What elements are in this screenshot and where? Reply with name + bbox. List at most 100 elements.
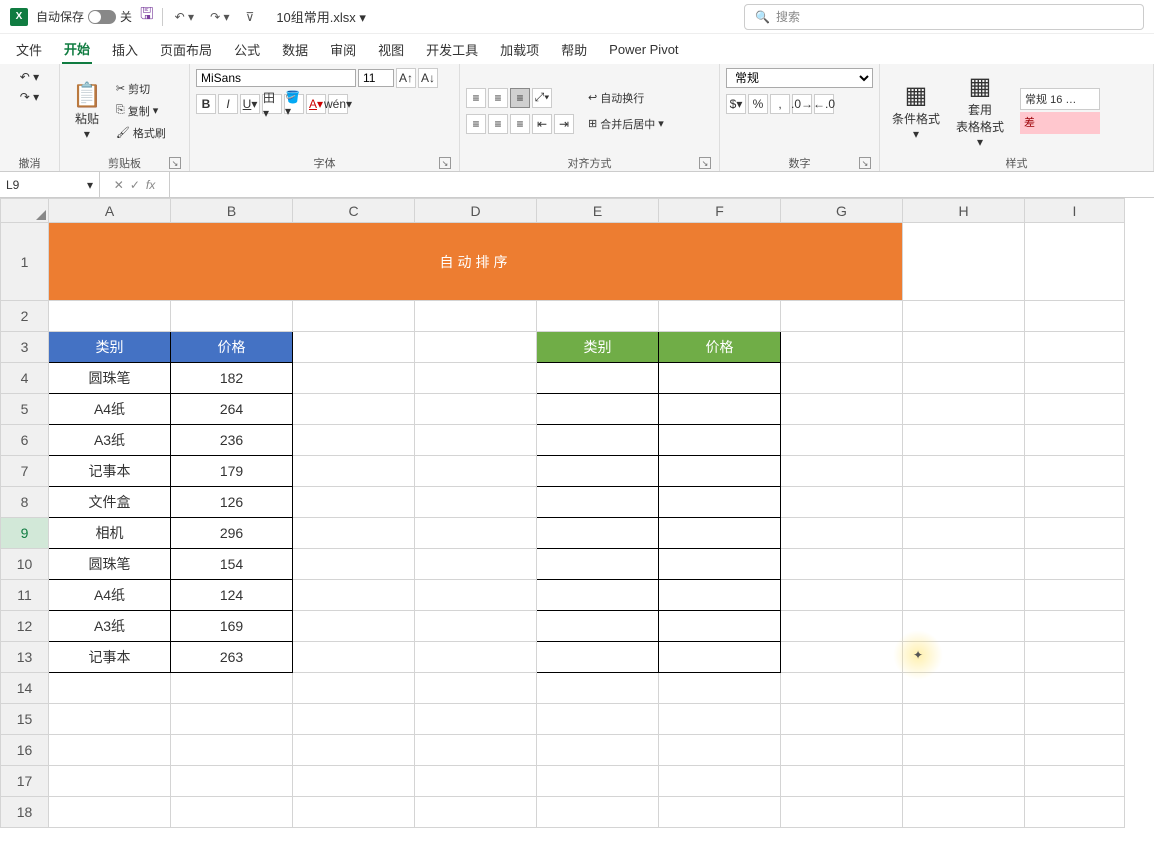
cell-F3[interactable]: 价格 xyxy=(659,332,781,363)
comma-button[interactable]: , xyxy=(770,94,790,114)
cell-G4[interactable] xyxy=(781,363,903,394)
cell-D4[interactable] xyxy=(415,363,537,394)
cell-G8[interactable] xyxy=(781,487,903,518)
copy-button[interactable]: ⎘复制 ▾ xyxy=(112,101,170,121)
cell-D17[interactable] xyxy=(415,766,537,797)
cell-F11[interactable] xyxy=(659,580,781,611)
wrap-text-button[interactable]: ↩ 自动换行 xyxy=(584,88,668,108)
col-header-B[interactable]: B xyxy=(171,199,293,223)
cell-G14[interactable] xyxy=(781,673,903,704)
cell-H3[interactable] xyxy=(903,332,1025,363)
table-format-button[interactable]: ▦ 套用 表格格式▾ xyxy=(950,70,1010,151)
cell-I3[interactable] xyxy=(1025,332,1125,363)
font-size-select[interactable] xyxy=(358,69,394,87)
undo-ribbon[interactable]: ↶ ▾ xyxy=(16,68,43,86)
dec-decimal[interactable]: ←.0 xyxy=(814,94,834,114)
cell-C15[interactable] xyxy=(293,704,415,735)
italic-button[interactable]: I xyxy=(218,94,238,114)
cell-D11[interactable] xyxy=(415,580,537,611)
cell-G7[interactable] xyxy=(781,456,903,487)
col-header-F[interactable]: F xyxy=(659,199,781,223)
cell-E8[interactable] xyxy=(537,487,659,518)
row-header-8[interactable]: 8 xyxy=(1,487,49,518)
cell-H11[interactable] xyxy=(903,580,1025,611)
cell-G11[interactable] xyxy=(781,580,903,611)
cell-F17[interactable] xyxy=(659,766,781,797)
cell-G12[interactable] xyxy=(781,611,903,642)
cell-B10[interactable]: 154 xyxy=(171,549,293,580)
indent-dec[interactable]: ⇤ xyxy=(532,114,552,134)
cell-E9[interactable] xyxy=(537,518,659,549)
cell-G15[interactable] xyxy=(781,704,903,735)
cell-E18[interactable] xyxy=(537,797,659,828)
cell-C6[interactable] xyxy=(293,425,415,456)
cell-A11[interactable]: A4纸 xyxy=(49,580,171,611)
row-header-14[interactable]: 14 xyxy=(1,673,49,704)
cell-A14[interactable] xyxy=(49,673,171,704)
col-header-I[interactable]: I xyxy=(1025,199,1125,223)
cell-I18[interactable] xyxy=(1025,797,1125,828)
cell-D15[interactable] xyxy=(415,704,537,735)
cell-F2[interactable] xyxy=(659,301,781,332)
cell-H8[interactable] xyxy=(903,487,1025,518)
cell-G17[interactable] xyxy=(781,766,903,797)
tab-review[interactable]: 审阅 xyxy=(328,36,358,63)
cell-H18[interactable] xyxy=(903,797,1025,828)
cell-A7[interactable]: 记事本 xyxy=(49,456,171,487)
cell-E13[interactable] xyxy=(537,642,659,673)
cell-G18[interactable] xyxy=(781,797,903,828)
cell-B9[interactable]: 296 xyxy=(171,518,293,549)
cell-C8[interactable] xyxy=(293,487,415,518)
cell-G10[interactable] xyxy=(781,549,903,580)
cell-B14[interactable] xyxy=(171,673,293,704)
cell-I17[interactable] xyxy=(1025,766,1125,797)
indent-inc[interactable]: ⇥ xyxy=(554,114,574,134)
cancel-fx[interactable]: ✕ xyxy=(114,178,124,192)
cell-B8[interactable]: 126 xyxy=(171,487,293,518)
cell-F16[interactable] xyxy=(659,735,781,766)
cell-B3[interactable]: 价格 xyxy=(171,332,293,363)
font-name-select[interactable] xyxy=(196,69,356,87)
align-top[interactable]: ≡ xyxy=(466,88,486,108)
cell-C18[interactable] xyxy=(293,797,415,828)
cell-F8[interactable] xyxy=(659,487,781,518)
cell-E12[interactable] xyxy=(537,611,659,642)
cell-I9[interactable] xyxy=(1025,518,1125,549)
undo-button[interactable]: ↶ ▾ xyxy=(171,8,198,26)
cell-I2[interactable] xyxy=(1025,301,1125,332)
spreadsheet-grid[interactable]: ABCDEFGHI1自动排序23类别价格类别价格4圆珠笔1825A4纸2646A… xyxy=(0,198,1154,828)
row-header-3[interactable]: 3 xyxy=(1,332,49,363)
cell-H9[interactable] xyxy=(903,518,1025,549)
cell-A16[interactable] xyxy=(49,735,171,766)
cell-B5[interactable]: 264 xyxy=(171,394,293,425)
cell-H17[interactable] xyxy=(903,766,1025,797)
cell-B6[interactable]: 236 xyxy=(171,425,293,456)
cell-C16[interactable] xyxy=(293,735,415,766)
cell-C13[interactable] xyxy=(293,642,415,673)
cell-A8[interactable]: 文件盒 xyxy=(49,487,171,518)
cell-D8[interactable] xyxy=(415,487,537,518)
row-header-9[interactable]: 9 xyxy=(1,518,49,549)
cell-E4[interactable] xyxy=(537,363,659,394)
cell-D6[interactable] xyxy=(415,425,537,456)
col-header-C[interactable]: C xyxy=(293,199,415,223)
cell-D12[interactable] xyxy=(415,611,537,642)
cell-A3[interactable]: 类别 xyxy=(49,332,171,363)
cell-H14[interactable] xyxy=(903,673,1025,704)
cell-C2[interactable] xyxy=(293,301,415,332)
font-launcher[interactable]: ↘ xyxy=(439,157,451,169)
cell-E7[interactable] xyxy=(537,456,659,487)
cell-H13[interactable] xyxy=(903,642,1025,673)
cell-H15[interactable] xyxy=(903,704,1025,735)
cell-I5[interactable] xyxy=(1025,394,1125,425)
cell-G5[interactable] xyxy=(781,394,903,425)
cell-D2[interactable] xyxy=(415,301,537,332)
cell-H16[interactable] xyxy=(903,735,1025,766)
cell-A4[interactable]: 圆珠笔 xyxy=(49,363,171,394)
cell-E3[interactable]: 类别 xyxy=(537,332,659,363)
cell-E14[interactable] xyxy=(537,673,659,704)
cell-C9[interactable] xyxy=(293,518,415,549)
tab-file[interactable]: 文件 xyxy=(14,36,44,63)
cell-D5[interactable] xyxy=(415,394,537,425)
cell-C14[interactable] xyxy=(293,673,415,704)
